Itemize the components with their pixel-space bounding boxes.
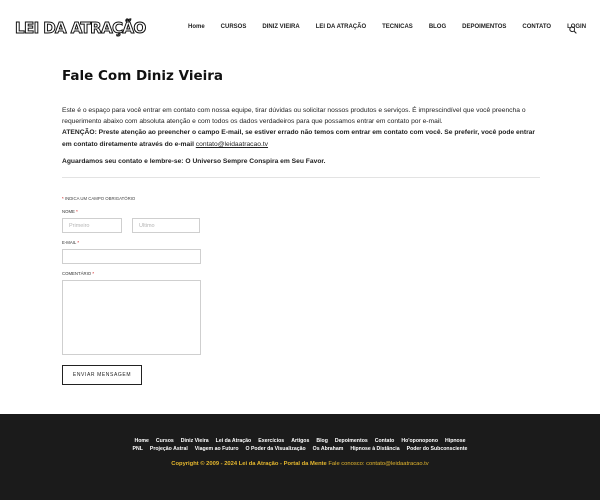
footer-links-primary: Home Cursos Diniz Vieira Lei da Atração … bbox=[0, 438, 600, 444]
nav-depoimentos[interactable]: DEPOIMENTOS bbox=[462, 24, 506, 30]
email-label-text: E-MAIL bbox=[62, 240, 77, 245]
footer-link-hipnose[interactable]: Hipnose bbox=[445, 438, 465, 444]
comment-label: COMENTÁRIO * bbox=[62, 271, 94, 276]
footer-link-lei-da-atracao[interactable]: Lei da Atração bbox=[216, 438, 252, 444]
site-logo[interactable]: LEI DA ATRAÇÃO bbox=[15, 19, 147, 38]
content-divider bbox=[62, 176, 540, 178]
footer-link-depoimentos[interactable]: Depoimentos bbox=[335, 438, 368, 444]
nav-cursos[interactable]: CURSOS bbox=[221, 24, 247, 30]
footer-link-blog[interactable]: Blog bbox=[316, 438, 328, 444]
search-icon[interactable] bbox=[569, 26, 577, 34]
contact-email-link[interactable]: contato@leidaatracao.tv bbox=[196, 141, 268, 148]
warning-text: ATENÇÃO: Preste atenção ao preencher o c… bbox=[62, 127, 540, 149]
required-note: * INDICA UM CAMPO OBRIGATÓRIO bbox=[62, 196, 135, 201]
intro-text: Este é o espaço para você entrar em cont… bbox=[62, 107, 526, 126]
copyright-notice: Copyright © 2009 - 2024 Lei da Atração -… bbox=[171, 461, 327, 467]
contact-form: * INDICA UM CAMPO OBRIGATÓRIO NOME * E-M… bbox=[62, 196, 201, 385]
nav-contato[interactable]: CONTATO bbox=[522, 24, 551, 30]
main-nav: Home CURSOS DINIZ VIEIRA LEI DA ATRAÇÃO … bbox=[188, 24, 600, 30]
site-header: LEI DA ATRAÇÃO Home CURSOS DINIZ VIEIRA … bbox=[0, 0, 600, 58]
submit-button[interactable]: ENVIAR MENSAGEM bbox=[62, 365, 142, 385]
email-field[interactable] bbox=[62, 249, 201, 264]
footer-link-pnl[interactable]: PNL bbox=[133, 446, 143, 452]
footer-link-os-abraham[interactable]: Os Abraham bbox=[313, 446, 344, 452]
footer-link-exercicios[interactable]: Exercícios bbox=[258, 438, 284, 444]
footer-links-secondary: PNL Projeção Astral Viagem ao Futuro O P… bbox=[0, 446, 600, 452]
closing-text: Aguardamos seu contato e lembre-se: O Un… bbox=[62, 157, 326, 165]
footer-contact: Fale conosco: contato@leidaatracao.tv bbox=[328, 461, 429, 467]
footer-link-projecao-astral[interactable]: Projeção Astral bbox=[150, 446, 188, 452]
contact-content: Fale Com Diniz Vieira Este é o espaço pa… bbox=[62, 66, 540, 178]
footer-link-cursos[interactable]: Cursos bbox=[156, 438, 174, 444]
name-label: NOME * bbox=[62, 209, 122, 214]
footer-link-poder-do-subconsciente[interactable]: Poder do Subconsciente bbox=[407, 446, 468, 452]
nav-home[interactable]: Home bbox=[188, 24, 205, 30]
copyright-text: Copyright © 2009 - 2024 Lei da Atração -… bbox=[0, 461, 600, 467]
footer-link-hooponopono[interactable]: Ho'oponopono bbox=[401, 438, 438, 444]
name-required-star: * bbox=[76, 209, 78, 214]
last-name-field[interactable] bbox=[132, 218, 200, 233]
nav-tecnicas[interactable]: TECNICAS bbox=[382, 24, 413, 30]
footer-link-artigos[interactable]: Artigos bbox=[291, 438, 309, 444]
email-label: E-MAIL * bbox=[62, 240, 79, 245]
footer-link-hipnose-a-distancia[interactable]: Hipnose à Distância bbox=[350, 446, 399, 452]
footer-link-viagem-ao-futuro[interactable]: Viagem ao Futuro bbox=[195, 446, 239, 452]
comment-field[interactable] bbox=[62, 280, 201, 355]
email-required-star: * bbox=[77, 240, 80, 245]
page-title: Fale Com Diniz Vieira bbox=[62, 68, 223, 84]
footer-link-poder-da-visualizacao[interactable]: O Poder da Visualização bbox=[246, 446, 306, 452]
site-footer: Home Cursos Diniz Vieira Lei da Atração … bbox=[0, 414, 600, 500]
required-note-text: INDICA UM CAMPO OBRIGATÓRIO bbox=[64, 196, 136, 201]
footer-link-diniz-vieira[interactable]: Diniz Vieira bbox=[181, 438, 209, 444]
warning-message: ATENÇÃO: Preste atenção ao preencher o c… bbox=[62, 129, 535, 148]
first-name-field[interactable] bbox=[62, 218, 122, 233]
comment-label-text: COMENTÁRIO bbox=[62, 271, 92, 276]
required-star: * bbox=[62, 196, 64, 201]
nav-blog[interactable]: BLOG bbox=[429, 24, 446, 30]
comment-required-star: * bbox=[92, 271, 95, 276]
name-label-text: NOME bbox=[62, 209, 75, 214]
footer-link-home[interactable]: Home bbox=[135, 438, 149, 444]
nav-diniz-vieira[interactable]: DINIZ VIEIRA bbox=[262, 24, 299, 30]
nav-lei-da-atracao[interactable]: LEI DA ATRAÇÃO bbox=[316, 24, 366, 30]
footer-link-contato[interactable]: Contato bbox=[375, 438, 395, 444]
